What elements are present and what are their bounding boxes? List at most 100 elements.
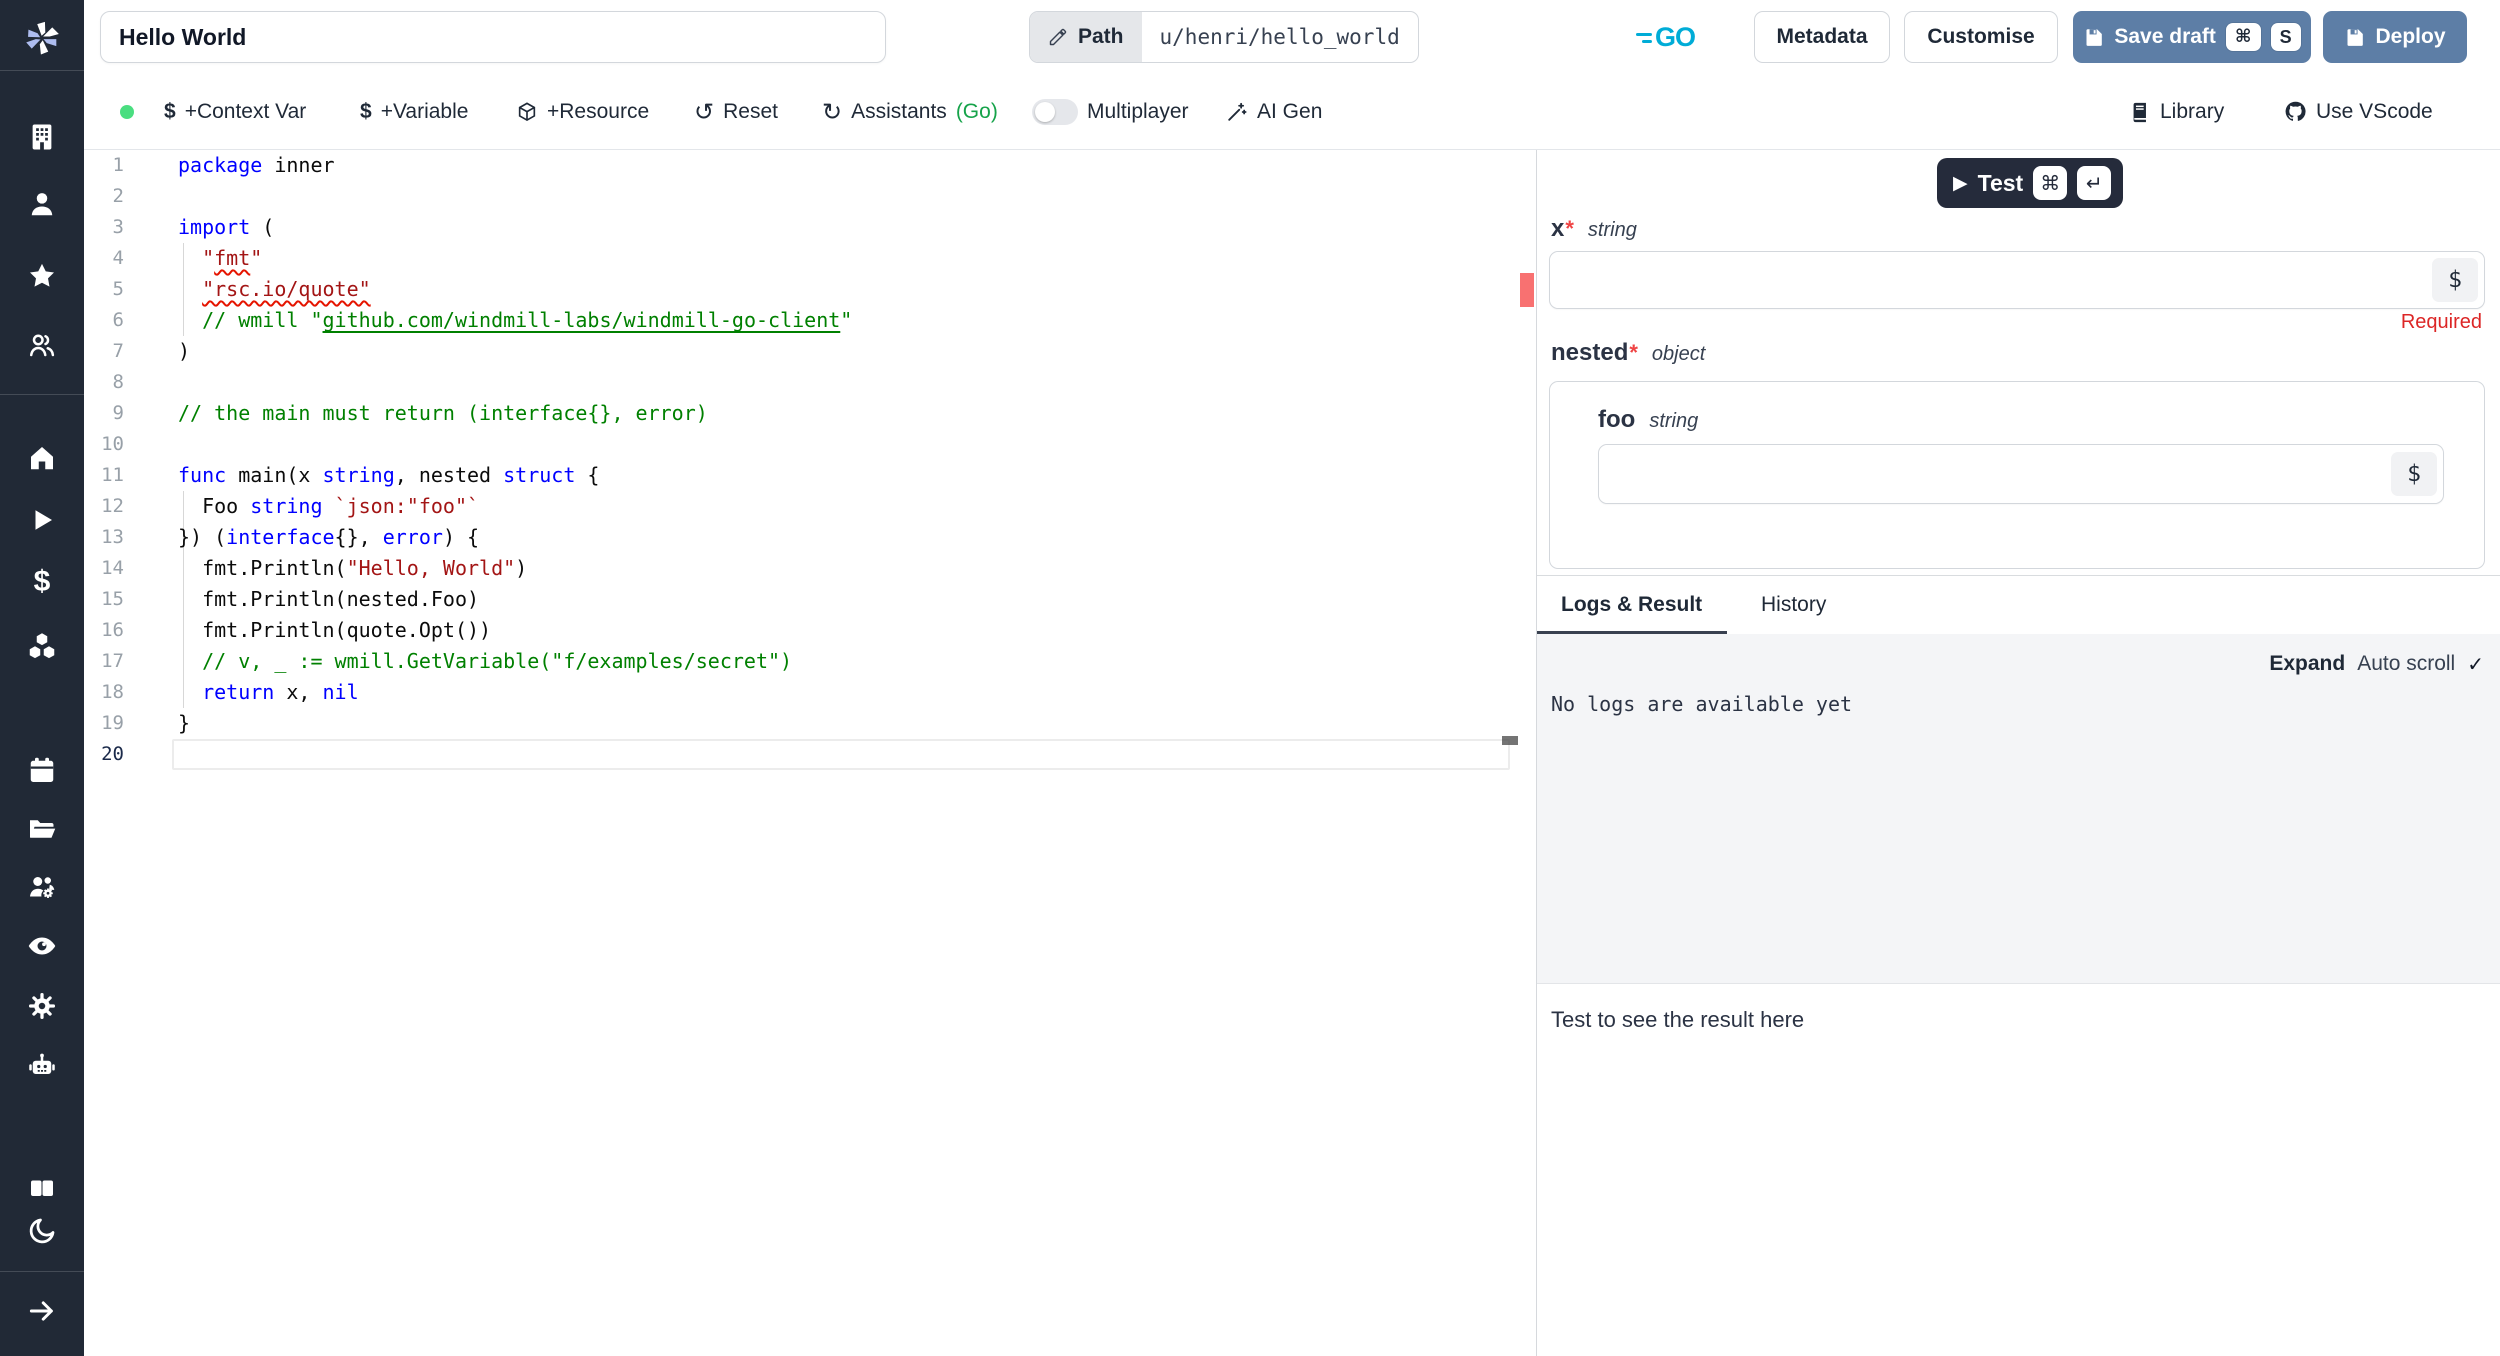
line-number: 10: [101, 433, 124, 455]
path-button[interactable]: Path u/henri/hello_world: [1029, 11, 1419, 63]
code-line-10[interactable]: 10: [84, 429, 1536, 460]
save-draft-button[interactable]: Save draft ⌘ S: [2073, 11, 2311, 63]
user-icon[interactable]: [26, 188, 58, 220]
users-group-icon[interactable]: [26, 329, 58, 361]
workspace-building-icon[interactable]: [26, 121, 58, 153]
home-icon[interactable]: [26, 442, 58, 474]
code-line-9[interactable]: 9 // the main must return (interface{}, e…: [84, 398, 1536, 429]
arg-name: x: [1551, 215, 1565, 242]
line-number: 5: [112, 278, 124, 300]
assistants-lang: (Go): [955, 99, 998, 123]
groups-admin-icon[interactable]: [26, 871, 58, 903]
reset-button[interactable]: ↺ Reset: [694, 74, 778, 149]
workers-robot-icon[interactable]: [26, 1049, 58, 1081]
arg-type: string: [1649, 410, 1699, 432]
code-text: fmt.Println(nested.Foo): [178, 587, 480, 611]
add-resource-button[interactable]: +Resource: [516, 74, 649, 149]
theme-moon-icon[interactable]: [26, 1215, 58, 1247]
editor-scrollbar-thumb[interactable]: [1502, 736, 1518, 745]
code-line-19[interactable]: 19}: [84, 708, 1536, 739]
code-line-6[interactable]: 6 // wmill "github.com/windmill-labs/win…: [84, 305, 1536, 336]
insert-variable-dollar-button[interactable]: $: [2432, 258, 2478, 302]
folders-icon[interactable]: [26, 813, 58, 845]
add-variable-button[interactable]: $ +Variable: [360, 74, 468, 149]
use-vscode-button[interactable]: Use VScode: [2284, 74, 2433, 149]
expand-sidebar-arrow-icon[interactable]: [26, 1295, 58, 1327]
github-icon: [2284, 100, 2307, 123]
line-number: 3: [112, 216, 124, 238]
metadata-button[interactable]: Metadata: [1754, 11, 1890, 63]
arg-x-field: $: [1549, 251, 2485, 309]
go-language-logo: GO: [1636, 22, 1696, 53]
code-text: Foo string `json:"foo"`: [178, 494, 480, 518]
assistants-button[interactable]: ↻ Assistants (Go): [822, 74, 998, 149]
autoscroll-label[interactable]: Auto scroll: [2357, 652, 2455, 676]
customise-button[interactable]: Customise: [1904, 11, 2058, 63]
arg-x-input[interactable]: [1550, 252, 2484, 308]
kbd-command: ⌘: [2033, 166, 2068, 200]
code-text: fmt.Println("Hello, World"): [178, 556, 528, 580]
insert-variable-dollar-button[interactable]: $: [2391, 452, 2437, 496]
use-vscode-label: Use VScode: [2316, 99, 2433, 123]
line-number: 20: [101, 743, 124, 765]
autoscroll-checkmark-icon[interactable]: ✓: [2467, 652, 2484, 676]
no-logs-message: No logs are available yet: [1551, 692, 1853, 716]
code-line-20[interactable]: 20: [84, 739, 1536, 770]
deploy-button[interactable]: Deploy: [2323, 11, 2467, 63]
code-line-16[interactable]: 16 fmt.Println(quote.Opt()): [84, 615, 1536, 646]
arg-foo-field: $: [1598, 444, 2444, 504]
top-bar: Path u/henri/hello_world GO Metadata Cus…: [84, 0, 2500, 75]
resources-cubes-icon[interactable]: [26, 630, 58, 662]
add-context-var-button[interactable]: $ +Context Var: [164, 74, 306, 149]
library-button[interactable]: Library: [2129, 74, 2224, 149]
code-line-15[interactable]: 15 fmt.Println(nested.Foo): [84, 584, 1536, 615]
code-line-5[interactable]: 5 "rsc.io/quote": [84, 274, 1536, 305]
favorites-star-icon[interactable]: [26, 260, 58, 292]
runs-play-icon[interactable]: [26, 504, 58, 536]
arg-foo-input[interactable]: [1599, 445, 2443, 503]
dollar-icon: $: [164, 99, 176, 123]
tab-logs-label: Logs & Result: [1561, 593, 1703, 616]
sidebar-divider: [0, 394, 84, 395]
test-button[interactable]: ▶ Test ⌘ ↵: [1937, 158, 2124, 208]
path-value[interactable]: u/henri/hello_world: [1142, 12, 1418, 62]
code-line-1[interactable]: 1 package inner: [84, 150, 1536, 181]
audit-eye-icon[interactable]: [26, 930, 58, 962]
line-number: 7: [112, 340, 124, 362]
result-area: Test to see the result here: [1537, 985, 2500, 1356]
code-line-4[interactable]: 4 "fmt": [84, 243, 1536, 274]
line-number: 6: [112, 309, 124, 331]
expand-button[interactable]: Expand: [2269, 652, 2345, 676]
pencil-icon: [1048, 27, 1068, 47]
code-line-3[interactable]: 3 import (: [84, 212, 1536, 243]
arg-x-label: x* string: [1551, 215, 1637, 243]
code-line-18[interactable]: 18 return x, nil: [84, 677, 1536, 708]
schedules-calendar-icon[interactable]: [26, 754, 58, 786]
code-text: // v, _ := wmill.GetVariable("f/examples…: [178, 649, 793, 673]
ai-gen-button[interactable]: AI Gen: [1226, 74, 1322, 149]
code-line-11[interactable]: 11 func main(x string, nested struct {: [84, 460, 1536, 491]
multiplayer-toggle[interactable]: [1032, 98, 1078, 125]
arg-name: nested: [1551, 339, 1629, 366]
save-draft-label: Save draft: [2114, 25, 2216, 48]
script-title-input[interactable]: [100, 11, 886, 63]
settings-gear-icon[interactable]: [26, 990, 58, 1022]
code-line-12[interactable]: 12 Foo string `json:"foo"`: [84, 491, 1536, 522]
library-label: Library: [2160, 99, 2225, 123]
tab-logs-result[interactable]: Logs & Result: [1561, 576, 1702, 634]
line-number: 16: [101, 619, 124, 641]
code-line-17[interactable]: 17 // v, _ := wmill.GetVariable("f/examp…: [84, 646, 1536, 677]
code-line-13[interactable]: 13}) (interface{}, error) {: [84, 522, 1536, 553]
tab-history[interactable]: History: [1761, 576, 1826, 634]
docs-books-icon[interactable]: [26, 1172, 58, 1204]
windmill-logo[interactable]: [19, 15, 65, 61]
code-line-2[interactable]: 2: [84, 181, 1536, 212]
code-line-8[interactable]: 8: [84, 367, 1536, 398]
deploy-save-icon: [2344, 27, 2365, 48]
line-number: 12: [101, 495, 124, 517]
sidebar-divider: [0, 1271, 84, 1272]
code-line-14[interactable]: 14 fmt.Println("Hello, World"): [84, 553, 1536, 584]
variables-dollar-icon[interactable]: $: [26, 565, 58, 598]
code-editor[interactable]: 1 package inner 2 3 import (4 "fmt" 5 "rsc.io…: [84, 150, 1536, 1356]
code-line-7[interactable]: 7): [84, 336, 1536, 367]
